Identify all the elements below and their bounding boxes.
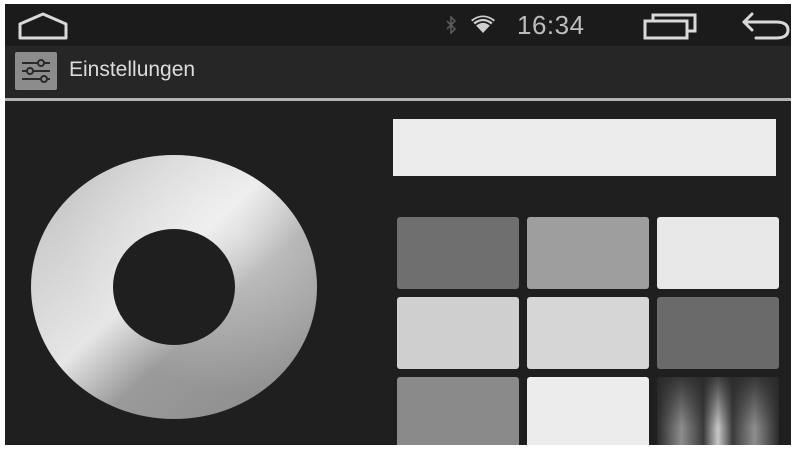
- swatch-gradient[interactable]: [657, 377, 779, 445]
- swatch-1[interactable]: [397, 217, 519, 289]
- action-bar: Einstellungen: [5, 46, 791, 98]
- settings-sliders-icon: [22, 59, 50, 83]
- page-title: Einstellungen: [69, 58, 196, 81]
- swatch-6[interactable]: [657, 297, 779, 369]
- status-bar: 16:34: [5, 4, 791, 46]
- swatch-2[interactable]: [527, 217, 649, 289]
- swatch-7[interactable]: [397, 377, 519, 445]
- home-icon[interactable]: [17, 11, 69, 41]
- swatch-4[interactable]: [397, 297, 519, 369]
- bluetooth-icon: [446, 16, 457, 34]
- color-preview: [393, 119, 776, 176]
- device-screen: 16:34 Einstellungen: [5, 4, 791, 445]
- color-wheel[interactable]: [31, 155, 317, 419]
- swatch-gradient-fade: [657, 377, 779, 445]
- recent-apps-icon[interactable]: [641, 11, 699, 41]
- clock: 16:34: [517, 10, 585, 40]
- back-icon[interactable]: [740, 10, 791, 42]
- color-picker-panel: [5, 101, 791, 445]
- swatch-5[interactable]: [527, 297, 649, 369]
- swatch-3[interactable]: [657, 217, 779, 289]
- swatch-8[interactable]: [527, 377, 649, 445]
- wifi-icon: [471, 15, 495, 33]
- app-icon[interactable]: [15, 52, 57, 90]
